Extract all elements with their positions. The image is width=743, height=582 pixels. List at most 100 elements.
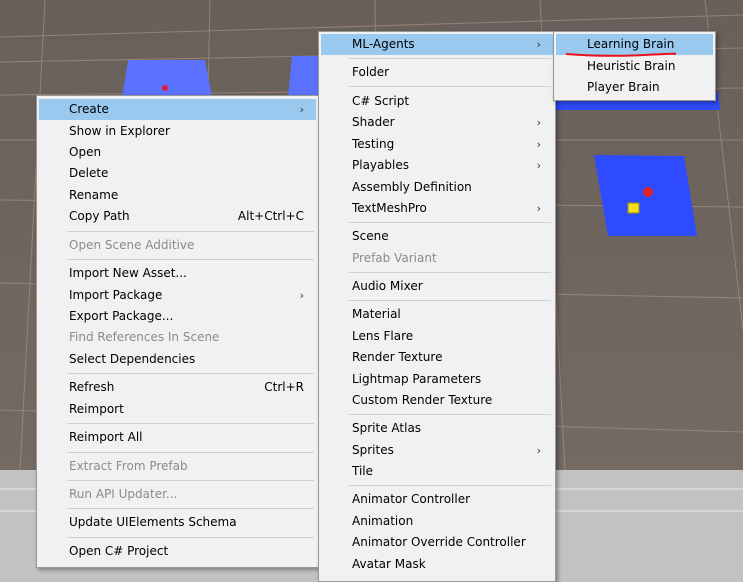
menu-item-label: Custom Render Texture xyxy=(352,393,493,407)
menu-item-label: ML-Agents xyxy=(352,37,415,51)
shortcut-label: Alt+Ctrl+C xyxy=(237,209,304,223)
chevron-right-icon: › xyxy=(299,289,304,302)
menu-item-label: Learning Brain xyxy=(587,37,675,51)
menu-item-scene[interactable]: Scene xyxy=(321,226,553,247)
menu-separator xyxy=(67,537,314,538)
menu-item-custom-render-texture[interactable]: Custom Render Texture xyxy=(321,390,553,411)
menu-item-render-texture[interactable]: Render Texture xyxy=(321,347,553,368)
annotation-underline xyxy=(565,52,676,57)
menu-item-label: Extract From Prefab xyxy=(69,459,188,473)
menu-item-avatar-mask[interactable]: Avatar Mask xyxy=(321,554,553,575)
platform xyxy=(122,60,212,98)
menu-item-assembly-definition[interactable]: Assembly Definition xyxy=(321,177,553,198)
menu-item-label: Open C# Project xyxy=(69,544,169,558)
menu-item-reimport-all[interactable]: Reimport All xyxy=(39,427,316,448)
menu-item-lens-flare[interactable]: Lens Flare xyxy=(321,326,553,347)
menu-item-label: Copy Path xyxy=(69,209,130,223)
menu-item-playables[interactable]: Playables › xyxy=(321,155,553,176)
chevron-right-icon: › xyxy=(536,116,541,129)
menu-item-material[interactable]: Material xyxy=(321,304,553,325)
menu-item-label: Audio Mixer xyxy=(352,279,423,293)
menu-item-create[interactable]: Create › xyxy=(39,99,316,120)
menu-item-label: Delete xyxy=(69,166,109,180)
menu-item-import-new-asset[interactable]: Import New Asset... xyxy=(39,263,316,284)
menu-separator xyxy=(349,222,551,223)
menu-item-player-brain[interactable]: Player Brain xyxy=(556,77,713,98)
menu-separator xyxy=(349,58,551,59)
menu-item-update-uielements-schema[interactable]: Update UIElements Schema xyxy=(39,512,316,533)
context-menu: Create › Show in Explorer Open Delete Re… xyxy=(36,95,319,568)
menu-item-animator-override-controller[interactable]: Animator Override Controller xyxy=(321,532,553,553)
menu-item-show-in-explorer[interactable]: Show in Explorer xyxy=(39,121,316,142)
menu-item-open[interactable]: Open xyxy=(39,142,316,163)
menu-separator xyxy=(67,508,314,509)
chevron-right-icon: › xyxy=(299,103,304,116)
menu-item-label: Sprites xyxy=(352,443,394,457)
menu-item-label: TextMeshPro xyxy=(352,201,427,215)
menu-separator xyxy=(349,414,551,415)
menu-item-animator-controller[interactable]: Animator Controller xyxy=(321,489,553,510)
ml-agents-submenu: Learning Brain Heuristic Brain Player Br… xyxy=(553,31,716,101)
menu-item-sprites[interactable]: Sprites › xyxy=(321,440,553,461)
menu-item-label: Render Texture xyxy=(352,350,443,364)
menu-item-label: Assembly Definition xyxy=(352,180,472,194)
menu-separator xyxy=(349,300,551,301)
menu-item-reimport[interactable]: Reimport xyxy=(39,399,316,420)
menu-item-rename[interactable]: Rename xyxy=(39,185,316,206)
menu-item-label: Lens Flare xyxy=(352,329,414,343)
menu-item-copy-path[interactable]: Copy Path Alt+Ctrl+C xyxy=(39,206,316,227)
menu-item-label: Heuristic Brain xyxy=(587,59,676,73)
menu-item-label: Playables xyxy=(352,158,409,172)
menu-item-lightmap-parameters[interactable]: Lightmap Parameters xyxy=(321,369,553,390)
menu-item-shader[interactable]: Shader › xyxy=(321,112,553,133)
goal-cube xyxy=(627,202,640,214)
menu-item-animation[interactable]: Animation xyxy=(321,511,553,532)
menu-item-label: Material xyxy=(352,307,401,321)
menu-separator xyxy=(67,231,314,232)
shortcut-label: Ctrl+R xyxy=(264,380,304,394)
menu-item-label: Player Brain xyxy=(587,80,660,94)
menu-item-ml-agents[interactable]: ML-Agents › xyxy=(321,34,553,55)
menu-item-refresh[interactable]: Refresh Ctrl+R xyxy=(39,377,316,398)
menu-item-sprite-atlas[interactable]: Sprite Atlas xyxy=(321,418,553,439)
menu-item-label: Import New Asset... xyxy=(69,266,187,280)
menu-item-label: Animation xyxy=(352,514,414,528)
menu-item-prefab-variant: Prefab Variant xyxy=(321,248,553,269)
menu-item-label: Select Dependencies xyxy=(69,352,196,366)
menu-item-label: Refresh xyxy=(69,380,115,394)
chevron-right-icon: › xyxy=(536,444,541,457)
menu-item-tile[interactable]: Tile xyxy=(321,461,553,482)
menu-item-label: Sprite Atlas xyxy=(352,421,422,435)
agent-ball xyxy=(162,85,168,91)
menu-item-label: Rename xyxy=(69,188,119,202)
menu-item-select-dependencies[interactable]: Select Dependencies xyxy=(39,349,316,370)
menu-item-import-package[interactable]: Import Package › xyxy=(39,285,316,306)
menu-item-label: Scene xyxy=(352,229,389,243)
menu-separator xyxy=(67,423,314,424)
menu-item-label: Prefab Variant xyxy=(352,251,437,265)
menu-item-audio-mixer[interactable]: Audio Mixer xyxy=(321,276,553,297)
menu-item-label: Lightmap Parameters xyxy=(352,372,482,386)
menu-item-label: Testing xyxy=(352,137,395,151)
chevron-right-icon: › xyxy=(536,138,541,151)
menu-item-delete[interactable]: Delete xyxy=(39,163,316,184)
platform xyxy=(288,56,322,98)
menu-item-open-csharp-project[interactable]: Open C# Project xyxy=(39,541,316,562)
menu-item-textmeshpro[interactable]: TextMeshPro › xyxy=(321,198,553,219)
chevron-right-icon: › xyxy=(536,202,541,215)
menu-separator xyxy=(349,86,551,87)
menu-item-heuristic-brain[interactable]: Heuristic Brain xyxy=(556,56,713,77)
menu-item-testing[interactable]: Testing › xyxy=(321,134,553,155)
menu-separator xyxy=(67,480,314,481)
menu-item-export-package[interactable]: Export Package... xyxy=(39,306,316,327)
menu-item-csharp-script[interactable]: C# Script xyxy=(321,91,553,112)
menu-item-label: Show in Explorer xyxy=(69,124,170,138)
menu-separator xyxy=(67,259,314,260)
menu-item-label: Tile xyxy=(352,464,374,478)
menu-separator xyxy=(349,272,551,273)
menu-item-label: C# Script xyxy=(352,94,410,108)
menu-item-label: Find References In Scene xyxy=(69,330,220,344)
menu-item-label: Folder xyxy=(352,65,390,79)
menu-item-folder[interactable]: Folder xyxy=(321,62,553,83)
menu-item-find-references: Find References In Scene xyxy=(39,327,316,348)
